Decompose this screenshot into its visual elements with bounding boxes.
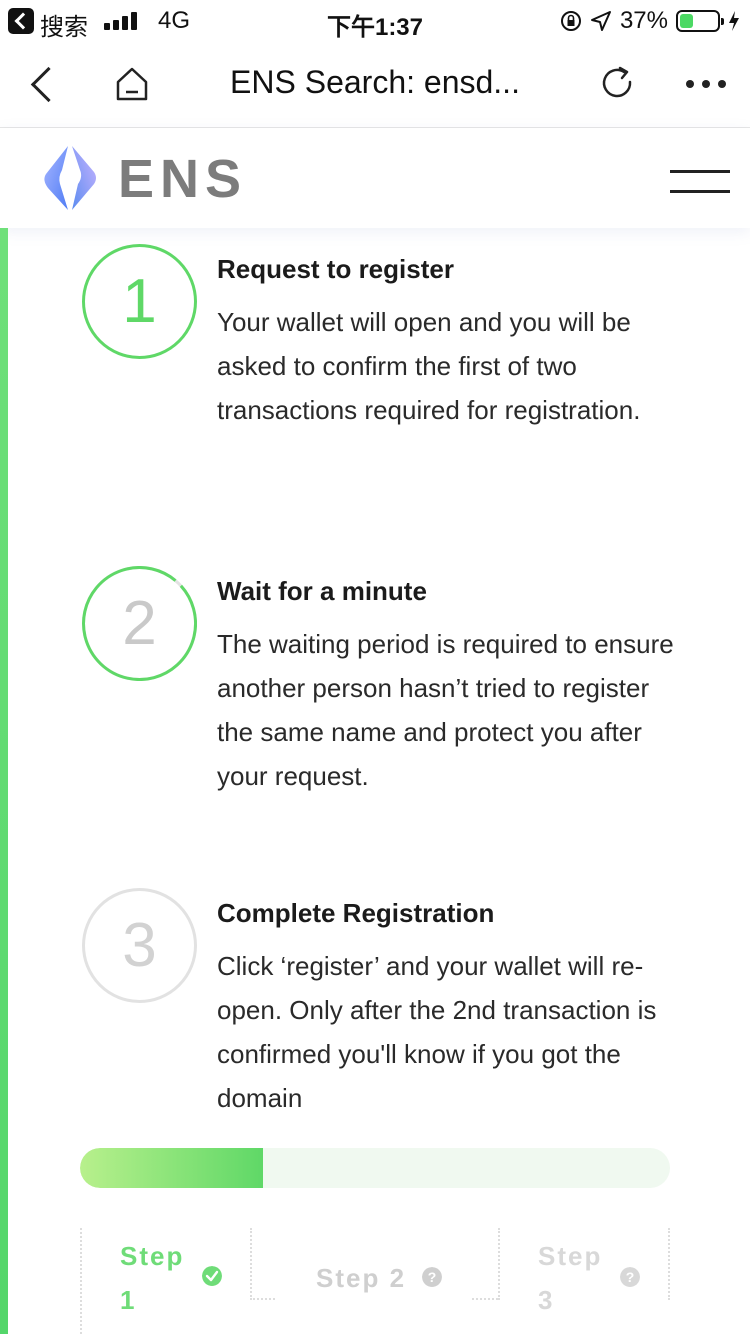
page-title: ENS Search: ensd...: [230, 64, 520, 100]
step-tabs: Step 1 Step 2 ? Step 3 ?: [80, 1228, 670, 1334]
tab-step-1-label-line1: Step: [120, 1241, 185, 1271]
step-1-description: Your wallet will open and you will be as…: [217, 307, 641, 425]
step-3-number: 3: [122, 911, 157, 980]
ens-logo-text: ENS: [118, 149, 248, 209]
step-2-title: Wait for a minute: [217, 576, 427, 606]
ens-logo-icon[interactable]: [38, 144, 102, 212]
step-2-circle: 2: [82, 566, 197, 681]
tab-step-3-label-line1: Step: [538, 1241, 603, 1271]
step-1-circle: 1: [82, 244, 197, 359]
left-accent-bar: [0, 228, 8, 1334]
step-3-description: Click ‘register’ and your wallet will re…: [217, 951, 657, 1113]
tab-step-3-label-line2: 3: [538, 1285, 555, 1315]
browser-navbar: ENS Search: ensd...: [0, 40, 750, 128]
refresh-icon: [602, 66, 632, 98]
check-icon: [202, 1266, 222, 1286]
svg-text:?: ?: [428, 1269, 437, 1285]
help-icon: ?: [422, 1267, 442, 1287]
home-icon: [116, 67, 148, 101]
status-bar: 搜索 4G 下午1:37 37%: [0, 0, 750, 41]
svg-text:?: ?: [626, 1269, 635, 1285]
tab-step-3[interactable]: Step 3 ?: [500, 1228, 670, 1334]
help-icon: ?: [620, 1267, 640, 1287]
tab-step-2[interactable]: Step 2 ?: [280, 1228, 500, 1334]
battery-percent: 37%: [619, 7, 668, 34]
registration-progress-bar: [80, 1148, 670, 1188]
refresh-button[interactable]: [598, 64, 638, 104]
step-1-number: 1: [122, 267, 157, 336]
step-2-number: 2: [122, 589, 157, 658]
battery-icon: [676, 10, 724, 32]
step-1-title: Request to register: [217, 254, 454, 284]
tab-step-1-label-line2: 1: [120, 1285, 137, 1315]
progress-fill: [80, 1148, 263, 1188]
location-icon: [590, 11, 611, 31]
home-button[interactable]: [112, 64, 152, 104]
menu-button[interactable]: [670, 168, 730, 194]
step-2-description: The waiting period is required to ensure…: [217, 629, 674, 791]
more-button[interactable]: [680, 64, 730, 104]
charging-icon: [729, 11, 739, 31]
site-header: ENS: [0, 128, 750, 228]
step-3-circle: 3: [82, 888, 197, 1003]
tab-step-2-label: Step 2: [316, 1263, 407, 1293]
tab-step-1[interactable]: Step 1: [80, 1228, 250, 1334]
step-3-title: Complete Registration: [217, 898, 495, 928]
back-button[interactable]: [26, 64, 66, 104]
rotation-lock-icon: [560, 11, 581, 31]
